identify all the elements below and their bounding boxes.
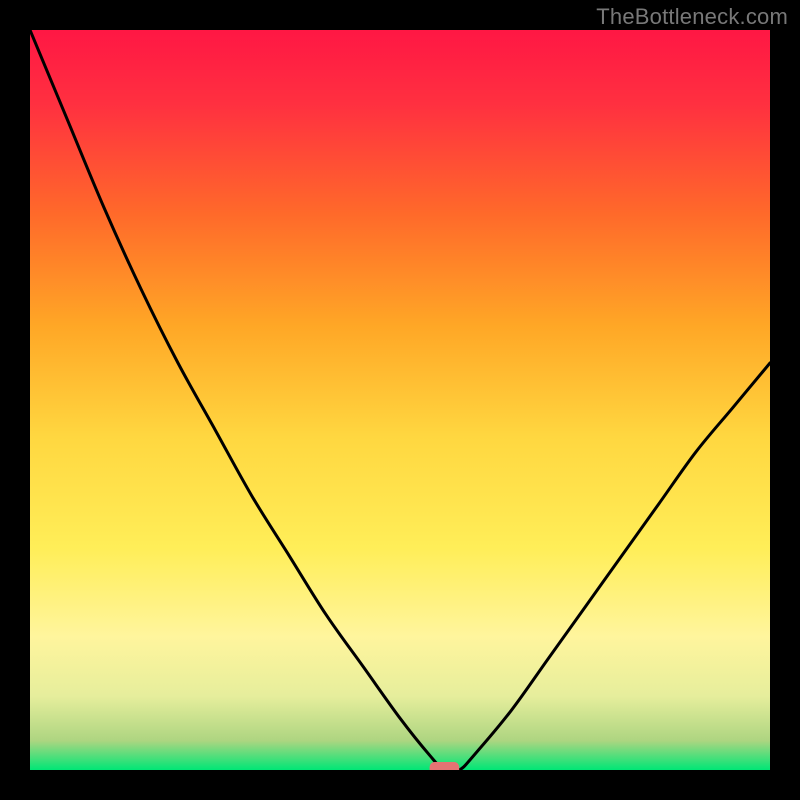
attribution-label: TheBottleneck.com: [596, 4, 788, 30]
chart-frame: TheBottleneck.com: [0, 0, 800, 800]
bottleneck-chart: [30, 30, 770, 770]
optimal-marker: [430, 762, 460, 770]
chart-background: [30, 30, 770, 770]
